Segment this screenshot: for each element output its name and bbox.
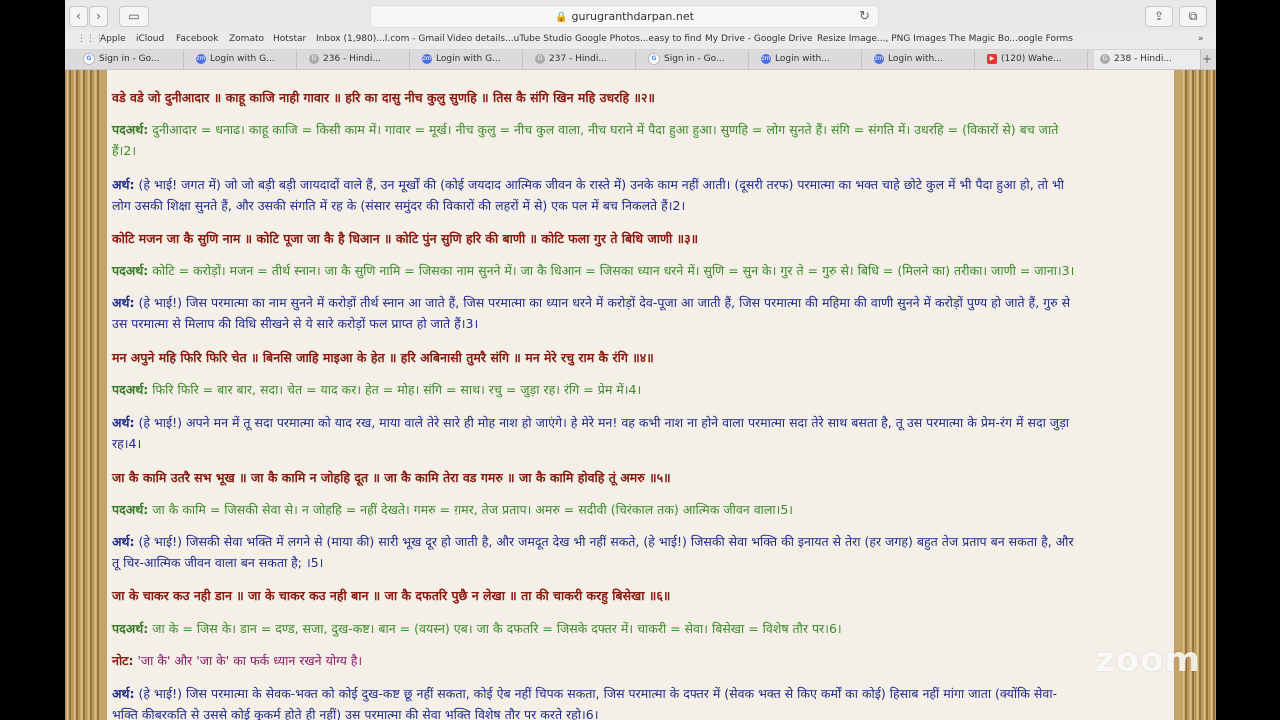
new-tab-icon[interactable]: + xyxy=(1198,50,1216,69)
tab-238-hindi-active[interactable]: G 238 - Hindi... xyxy=(1094,50,1201,69)
tabs-overview-icon[interactable]: ⧉ xyxy=(1179,6,1207,27)
more-bookmarks-icon[interactable]: » xyxy=(1198,34,1204,44)
tab-strip: G Sign in - Go... zm Login with G... G 236 … xyxy=(65,50,1216,70)
note-label: नोट: xyxy=(112,653,134,668)
arth-label: अर्थ: xyxy=(112,686,135,701)
tab-login-2[interactable]: zm Login with G... xyxy=(416,50,523,69)
bookmark-resize-image[interactable]: Resize Image..., PNG Images xyxy=(817,34,946,44)
browser-toolbar: ‹ › ▭ ◐ 🔒gurugranthdarpan.net ↻ ⇪ ⧉ xyxy=(65,0,1216,32)
bookmark-apple[interactable]: Apple xyxy=(100,34,126,44)
reload-icon[interactable]: ↻ xyxy=(859,6,870,27)
zoom-icon: zm xyxy=(874,53,884,64)
pad-label: पदअर्थ: xyxy=(112,263,149,278)
arth-label: अर्थ: xyxy=(112,415,135,430)
tab-sign-in-1[interactable]: G Sign in - Go... xyxy=(77,50,184,69)
arth-5: अर्थ: (हे भाई!) जिसकी सेवा भक्ति में लगन… xyxy=(112,534,1074,570)
arth-3: अर्थ: (हे भाई!) जिस परमात्मा का नाम सुनन… xyxy=(112,295,1071,331)
bookmark-youtube-studio[interactable]: Video details...uTube Studio xyxy=(447,34,572,44)
bookmark-google-forms[interactable]: The Magic Bo...oogle Forms xyxy=(949,34,1073,44)
pad-arth-5: पदअर्थ: जा कै कामि = जिसकी सेवा से। न जो… xyxy=(112,502,794,517)
arth-6: अर्थ: (हे भाई!) जिस परमात्मा के सेवक-भक्… xyxy=(112,686,1058,720)
google-icon: G xyxy=(648,52,660,65)
pad-label: पदअर्थ: xyxy=(112,621,149,636)
verse-6: जा के चाकर कउ नही डान ॥ जा के चाकर कउ नह… xyxy=(112,588,671,603)
bookmark-google-drive[interactable]: My Drive - Google Drive xyxy=(705,34,813,44)
tab-login-1[interactable]: zm Login with G... xyxy=(190,50,297,69)
arth-label: अर्थ: xyxy=(112,177,135,192)
tab-236-hindi[interactable]: G 236 - Hindi... xyxy=(303,50,410,69)
forward-button[interactable]: › xyxy=(89,6,108,27)
bookmark-zomato[interactable]: Zomato xyxy=(229,34,264,44)
tab-login-4[interactable]: zm Login with... xyxy=(868,50,975,69)
bookmarks-bar: ⋮⋮⋮ Apple iCloud Facebook Zomato Hotstar… xyxy=(65,31,1216,50)
zoom-icon: zm xyxy=(196,53,206,64)
pad-label: पदअर्थ: xyxy=(112,122,149,137)
zoom-icon: zm xyxy=(761,53,771,64)
browser-window: ‹ › ▭ ◐ 🔒gurugranthdarpan.net ↻ ⇪ ⧉ ⋮⋮⋮ … xyxy=(65,0,1216,720)
bookmark-google-photos[interactable]: Google Photos...easy to find xyxy=(575,34,701,44)
share-icon[interactable]: ⇪ xyxy=(1145,6,1173,27)
note-6: नोट: 'जा कै' और 'जा के' का फर्क ध्यान रख… xyxy=(112,653,363,668)
pad-arth-6: पदअर्थ: जा के = जिस के। डान = दण्ड, सजा,… xyxy=(112,621,842,636)
url-text: gurugranthdarpan.net xyxy=(571,10,694,23)
bookmark-hotstar[interactable]: Hotstar xyxy=(273,34,306,44)
decorative-border-left xyxy=(65,70,107,720)
pad-label: पदअर्थ: xyxy=(112,502,149,517)
tab-youtube[interactable]: ▶ (120) Wahe... xyxy=(981,50,1088,69)
verse-2: वडे वडे जो दुनीआदार ॥ काहू काजि नाही गाव… xyxy=(112,90,655,105)
verse-3: कोटि मजन जा कै सुणि नाम ॥ कोटि पूजा जा क… xyxy=(112,231,699,246)
arth-label: अर्थ: xyxy=(112,534,135,549)
tab-sign-in-2[interactable]: G Sign in - Go... xyxy=(642,50,749,69)
tab-237-hindi[interactable]: G 237 - Hindi... xyxy=(529,50,636,69)
tab-login-3[interactable]: zm Login with... xyxy=(755,50,862,69)
decorative-border-right xyxy=(1174,70,1216,720)
verse-4: मन अपुने महि फिरि फिरि चेत ॥ बिनसि जाहि … xyxy=(112,350,654,365)
pad-arth-4: पदअर्थ: फिरि फिरि = बार बार, सदा। चेत = … xyxy=(112,382,642,397)
bookmark-facebook[interactable]: Facebook xyxy=(176,34,218,44)
bookmark-icloud[interactable]: iCloud xyxy=(136,34,164,44)
bookmark-gmail[interactable]: Inbox (1,980)...l.com - Gmail xyxy=(316,34,445,44)
pad-arth-2: पदअर्थ: दुनीआदार = धनाढ। काहू काजि = किस… xyxy=(112,122,1059,158)
zoom-icon: zm xyxy=(422,53,432,64)
page-content: वडे वडे जो दुनीआदार ॥ काहू काजि नाही गाव… xyxy=(65,70,1216,720)
arth-2: अर्थ: (हे भाई! जगत में) जो जो बड़ी बड़ी … xyxy=(112,177,1065,213)
back-button[interactable]: ‹ xyxy=(69,6,88,27)
page-icon: G xyxy=(535,53,545,64)
lock-icon: 🔒 xyxy=(555,12,568,23)
google-icon: G xyxy=(83,52,95,65)
youtube-icon: ▶ xyxy=(987,53,997,64)
address-bar[interactable]: 🔒 gurugranthdarpan.net ↻ xyxy=(370,5,879,28)
sidebar-toggle-icon[interactable]: ▭ xyxy=(119,6,149,27)
page-icon: G xyxy=(309,53,319,64)
verse-5: जा कै कामि उतरै सभ भूख ॥ जा कै कामि न जो… xyxy=(112,470,671,485)
page-icon: G xyxy=(1100,53,1110,64)
pad-label: पदअर्थ: xyxy=(112,382,149,397)
pad-arth-3: पदअर्थ: कोटि = करोड़ों। मजन = तीर्थ स्ना… xyxy=(112,263,1075,278)
arth-4: अर्थ: (हे भाई!) अपने मन में तू सदा परमात… xyxy=(112,415,1069,451)
arth-label: अर्थ: xyxy=(112,295,135,310)
zoom-watermark: zoom xyxy=(1095,640,1201,680)
